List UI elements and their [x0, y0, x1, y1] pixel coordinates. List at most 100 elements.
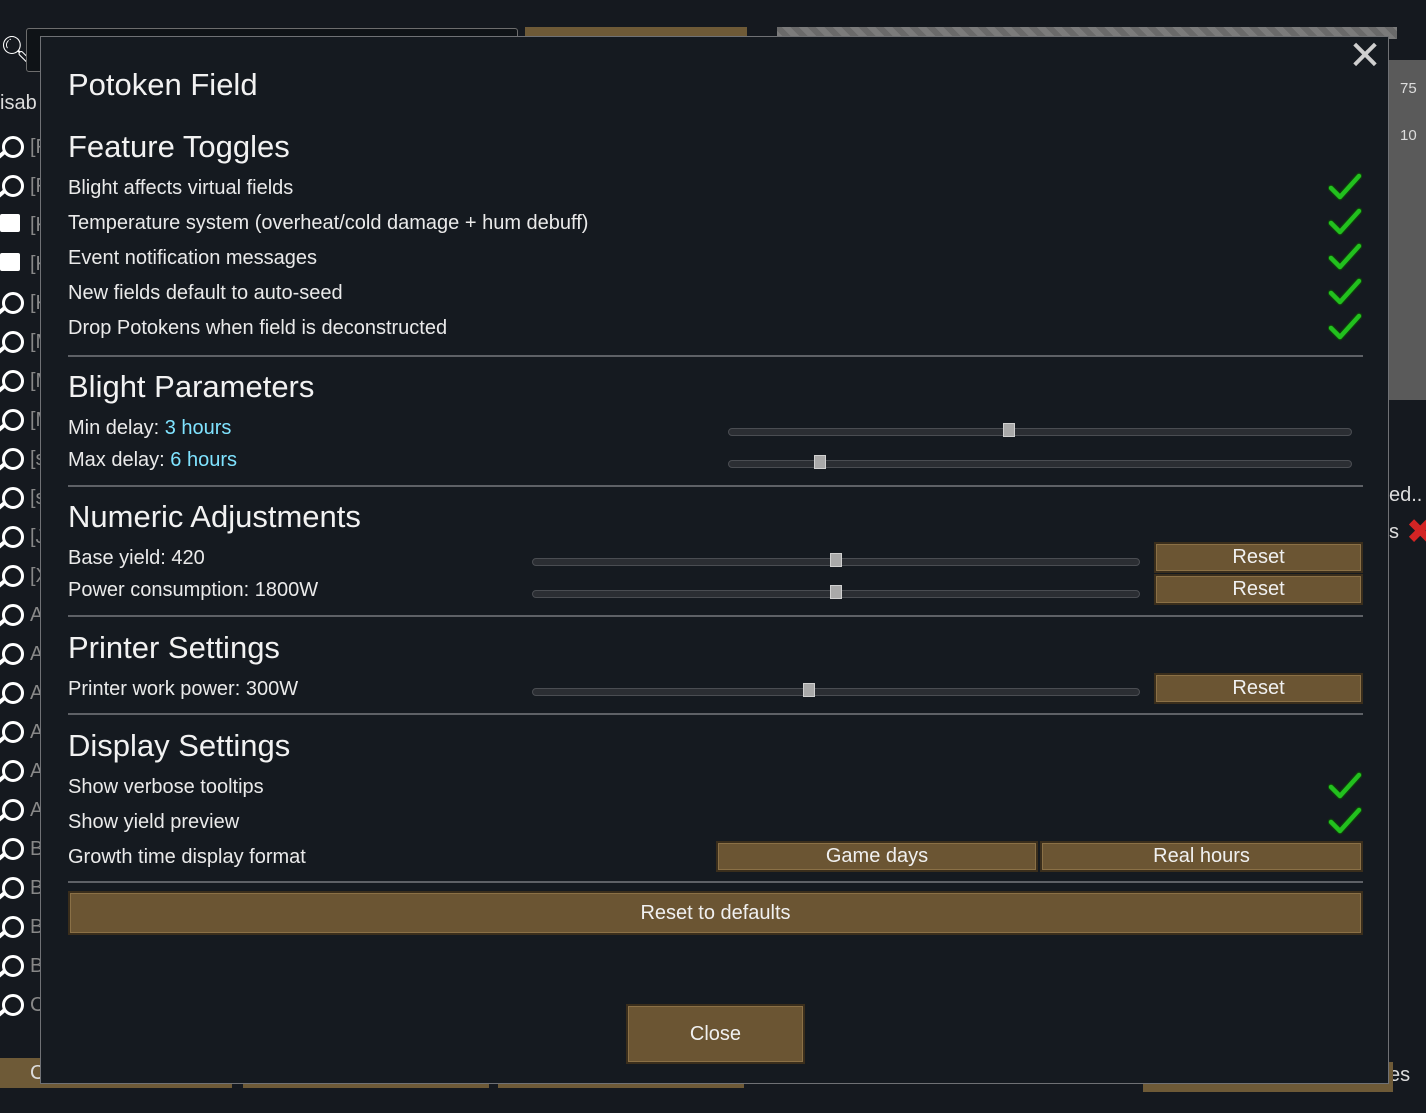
reset-base-yield-button[interactable]: Reset: [1154, 542, 1363, 573]
toggle-label: Drop Potokens when field is deconstructe…: [68, 317, 448, 339]
key-icon: [2, 565, 24, 587]
checkbox-yield-preview[interactable]: [1328, 806, 1362, 836]
min-delay-slider[interactable]: [728, 423, 1352, 439]
key-icon: [2, 799, 24, 821]
background-list-row[interactable]: B: [0, 951, 43, 981]
background-list-row[interactable]: A: [0, 795, 43, 825]
key-icon: [2, 604, 24, 626]
background-list-row[interactable]: [M: [0, 366, 52, 396]
slider-thumb[interactable]: [803, 683, 816, 697]
min-delay-value: 3 hours: [164, 417, 232, 439]
section-divider: [68, 485, 1363, 487]
growth-format-real-hours-button[interactable]: Real hours: [1040, 841, 1363, 872]
checkbox-temperature-system[interactable]: [1328, 207, 1362, 237]
background-list-row[interactable]: B: [0, 873, 43, 903]
background-list-row[interactable]: [F: [0, 171, 48, 201]
background-list-row[interactable]: B: [0, 834, 43, 864]
background-list-row[interactable]: [F: [0, 132, 48, 162]
background-list-row[interactable]: A: [0, 639, 43, 669]
background-text: s: [1389, 521, 1399, 543]
checkmark-icon: [1328, 312, 1362, 341]
key-icon: [2, 331, 24, 353]
reset-power-consumption-button[interactable]: Reset: [1154, 574, 1363, 605]
background-filter-text: isab: [0, 92, 37, 114]
background-list-row[interactable]: A: [0, 756, 43, 786]
toggle-label: New fields default to auto-seed: [68, 282, 343, 304]
printer-work-power-slider[interactable]: [532, 683, 1140, 699]
checkbox-verbose-tooltips[interactable]: [1328, 771, 1362, 801]
key-icon: [2, 838, 24, 860]
background-number: 10: [1400, 127, 1417, 144]
folder-icon: [0, 214, 20, 232]
power-consumption-label: Power consumption: 1800W: [68, 579, 319, 601]
section-title-numeric-adjustments: Numeric Adjustments: [68, 499, 361, 534]
key-icon: [2, 292, 24, 314]
background-list-row[interactable]: C: [0, 990, 44, 1020]
key-icon: [2, 643, 24, 665]
reset-to-defaults-button[interactable]: Reset to defaults: [68, 891, 1363, 935]
key-icon: [2, 136, 24, 158]
background-list-row[interactable]: [K: [0, 210, 49, 240]
mod-settings-dialog: ✕ Potoken Field Feature Toggles Blight a…: [40, 36, 1389, 1084]
dialog-title: Potoken Field: [68, 67, 258, 102]
background-list-row[interactable]: [M: [0, 405, 52, 435]
background-list-row[interactable]: [X: [0, 561, 49, 591]
key-icon: [2, 175, 24, 197]
background-list-row[interactable]: A: [0, 717, 43, 747]
slider-thumb[interactable]: [813, 455, 826, 469]
background-text: ed..: [1389, 484, 1423, 506]
checkmark-icon: [1328, 242, 1362, 271]
close-icon[interactable]: ✕: [1346, 36, 1384, 76]
key-icon: [2, 370, 24, 392]
checkbox-drop-potokens[interactable]: [1328, 312, 1362, 342]
background-list-row[interactable]: [K: [0, 249, 49, 279]
base-yield-label: Base yield: 420: [68, 547, 205, 569]
base-yield-slider[interactable]: [532, 553, 1140, 569]
growth-format-label: Growth time display format: [68, 846, 306, 868]
toggle-label: Event notification messages: [68, 247, 318, 269]
slider-thumb[interactable]: [830, 553, 842, 567]
background-list-row[interactable]: [s: [0, 483, 46, 513]
toggle-label: Temperature system (overheat/cold damage…: [68, 212, 589, 234]
slider-thumb[interactable]: [830, 585, 842, 599]
min-delay-label: Min delay: 3 hours: [68, 417, 232, 439]
background-list-row[interactable]: [J: [0, 522, 46, 552]
background-list-row[interactable]: [M: [0, 327, 52, 357]
background-list-row[interactable]: B: [0, 912, 43, 942]
remove-x-icon[interactable]: ✖: [1406, 512, 1426, 552]
key-icon: [2, 994, 24, 1016]
key-icon: [2, 916, 24, 938]
printer-work-power-label: Printer work power: 300W: [68, 678, 299, 700]
max-delay-slider[interactable]: [728, 455, 1352, 471]
slider-thumb[interactable]: [1003, 423, 1016, 437]
verbose-tooltips-label: Show verbose tooltips: [68, 776, 264, 798]
section-divider: [68, 881, 1363, 883]
background-number: 75: [1400, 80, 1417, 97]
folder-icon: [0, 253, 20, 271]
checkmark-icon: [1328, 172, 1362, 201]
section-divider: [68, 713, 1363, 715]
growth-format-game-days-button[interactable]: Game days: [716, 841, 1038, 872]
key-icon: [2, 721, 24, 743]
key-icon: [2, 487, 24, 509]
key-icon: [2, 409, 24, 431]
background-list-row[interactable]: A: [0, 600, 43, 630]
close-button[interactable]: Close: [626, 1004, 805, 1064]
reset-printer-work-power-button[interactable]: Reset: [1154, 673, 1363, 704]
section-divider: [68, 355, 1363, 357]
max-delay-value: 6 hours: [170, 449, 237, 471]
background-list-row[interactable]: [K: [0, 288, 49, 318]
checkmark-icon: [1328, 207, 1362, 236]
background-list-row[interactable]: A: [0, 678, 43, 708]
checkbox-blight-virtual-fields[interactable]: [1328, 172, 1362, 202]
toggle-label: Blight affects virtual fields: [68, 177, 294, 199]
checkbox-auto-seed[interactable]: [1328, 277, 1362, 307]
power-consumption-slider[interactable]: [532, 585, 1140, 601]
section-title-blight-parameters: Blight Parameters: [68, 369, 315, 404]
background-right-panel: [1389, 60, 1426, 400]
section-divider: [68, 615, 1363, 617]
background-list-row[interactable]: [s: [0, 444, 46, 474]
checkbox-event-notifications[interactable]: [1328, 242, 1362, 272]
checkmark-icon: [1328, 277, 1362, 306]
checkmark-icon: [1328, 806, 1362, 835]
